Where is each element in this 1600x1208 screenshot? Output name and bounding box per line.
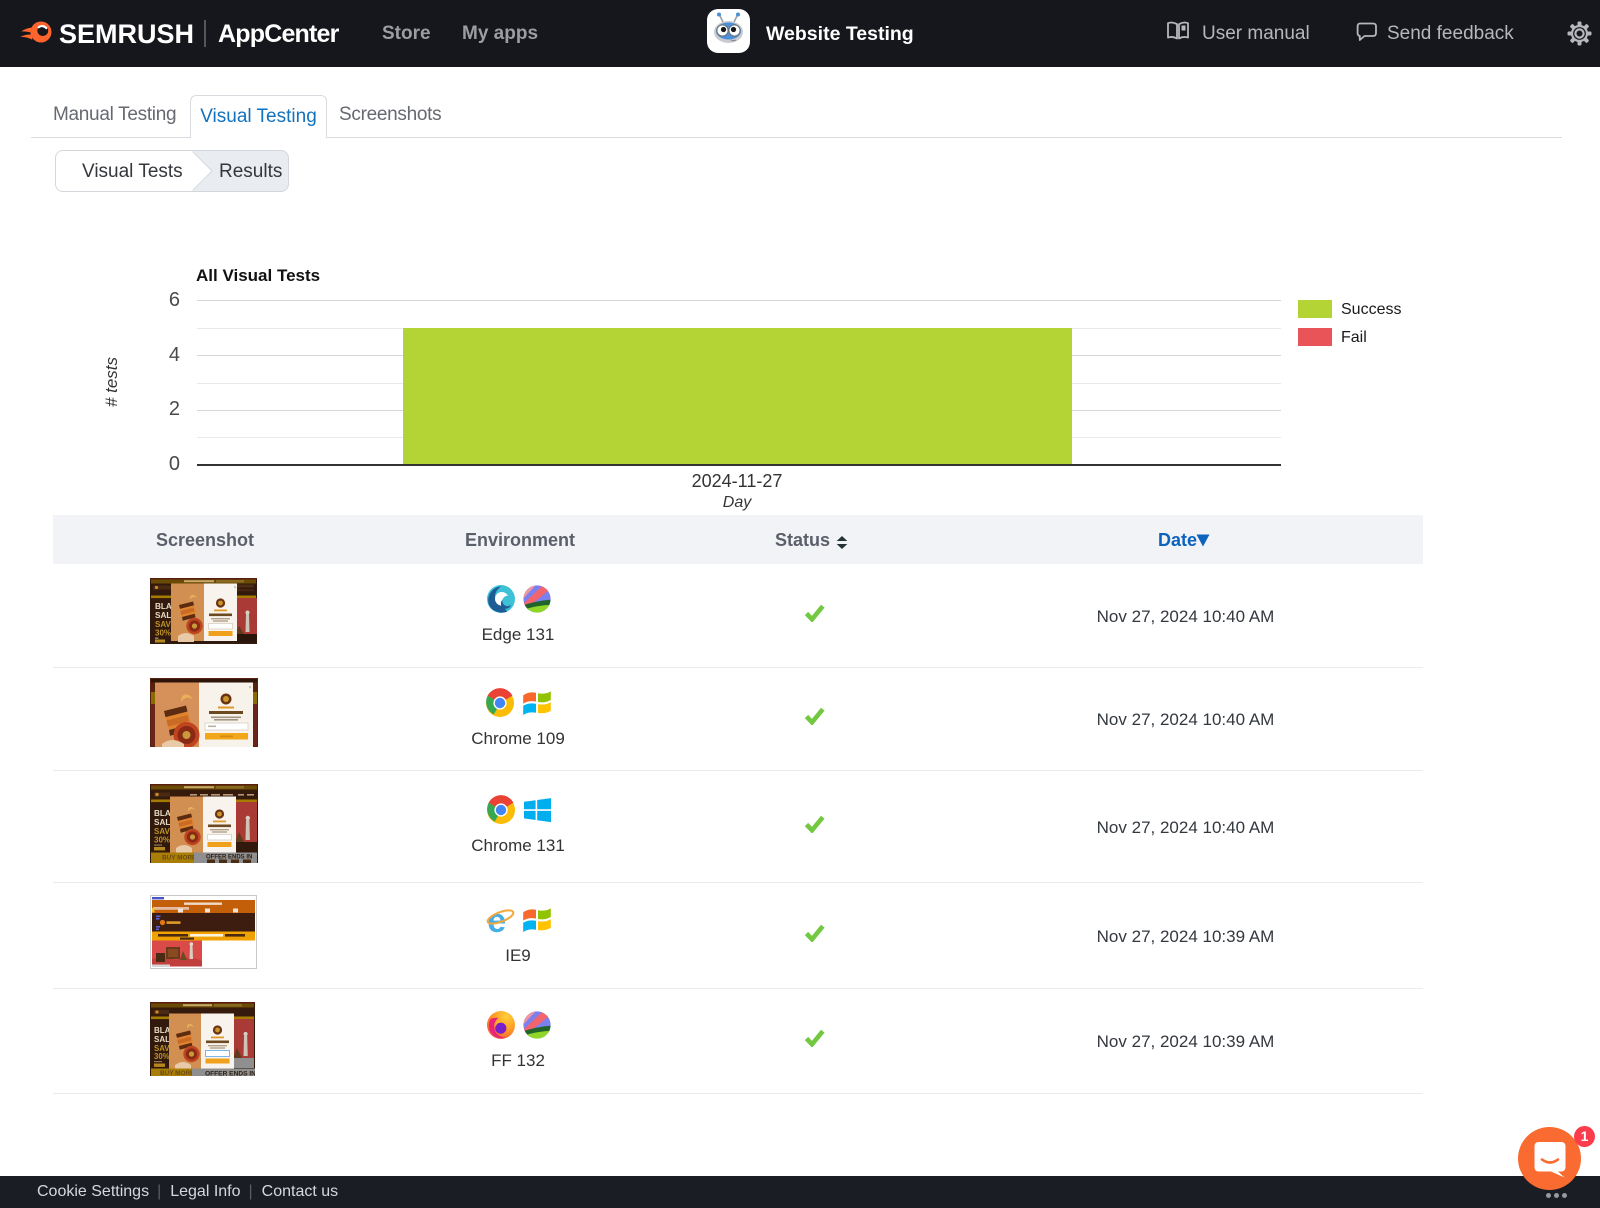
svg-text:30%: 30% xyxy=(154,836,170,845)
svg-text:×: × xyxy=(234,585,237,591)
svg-text:30%: 30% xyxy=(155,629,171,638)
svg-text:OFFER ENDS IN: OFFER ENDS IN xyxy=(205,1071,255,1077)
svg-text:BUY MORE: BUY MORE xyxy=(160,1070,195,1076)
svg-text:30%: 30% xyxy=(154,1052,170,1061)
svg-text:×: × xyxy=(249,685,252,691)
svg-text:BUY MORE,: BUY MORE, xyxy=(162,855,198,862)
